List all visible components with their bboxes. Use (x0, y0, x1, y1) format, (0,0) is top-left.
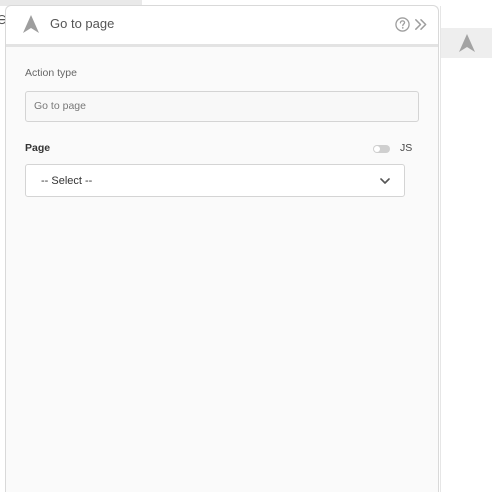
action-config-panel: Go to page Action type Go to page Page J… (5, 5, 439, 492)
page-select[interactable]: -- Select -- (25, 164, 405, 197)
screen: ⊖ Go to page Action type Go to page Page… (0, 0, 492, 492)
page-label: Page (25, 142, 51, 154)
js-toggle-knob (374, 146, 380, 152)
navigation-arrow-icon (23, 15, 39, 33)
action-type-field[interactable]: Go to page (25, 91, 419, 122)
panel-header: Go to page (6, 6, 438, 47)
js-toggle-label: JS (400, 142, 413, 154)
panel-title: Go to page (50, 16, 115, 31)
navigation-arrow-icon (459, 34, 475, 52)
chevron-down-icon (380, 178, 390, 184)
double-chevron-right-icon[interactable] (413, 17, 428, 32)
action-type-label: Action type (25, 67, 77, 79)
help-circle-icon[interactable] (395, 17, 410, 32)
page-select-value: -- Select -- (41, 175, 93, 187)
background-side-header (441, 28, 492, 58)
js-toggle[interactable] (373, 145, 390, 153)
background-side-column (440, 6, 492, 492)
